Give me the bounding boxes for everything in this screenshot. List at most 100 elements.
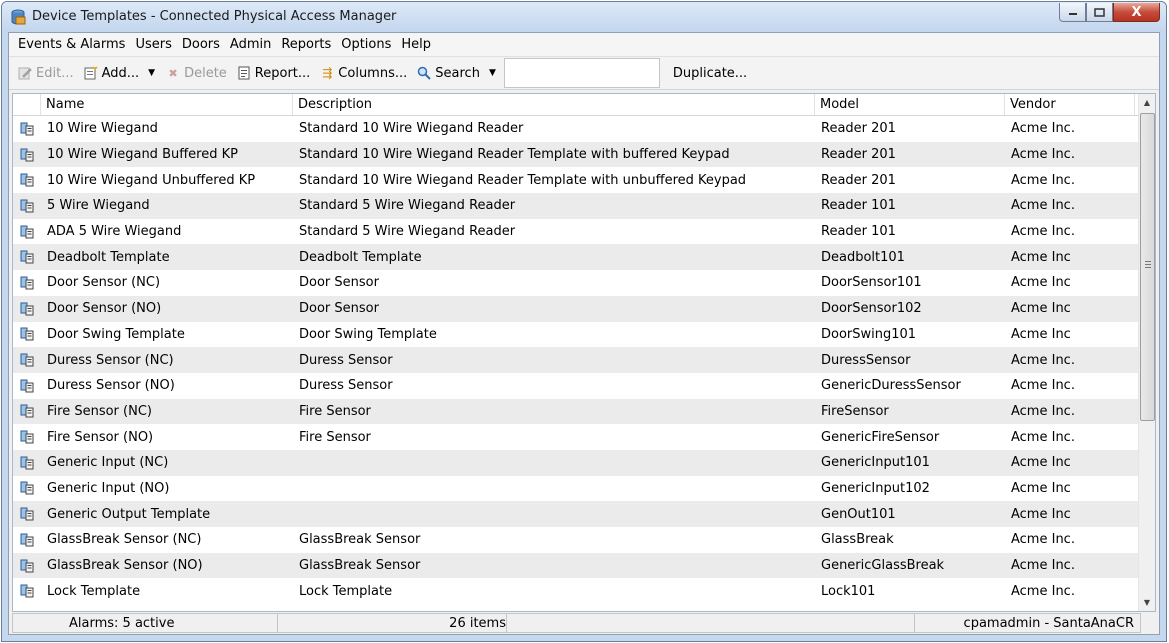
cell-description: Door Sensor bbox=[299, 301, 379, 317]
report-button[interactable]: Report... bbox=[232, 61, 316, 85]
menu-help[interactable]: Help bbox=[396, 37, 436, 52]
duplicate-label: Duplicate... bbox=[672, 65, 748, 81]
item-count: 26 items bbox=[278, 613, 506, 633]
search-dropdown-arrow-icon[interactable]: ▼ bbox=[485, 68, 502, 78]
title-bar[interactable]: Device Templates - Connected Physical Ac… bbox=[2, 2, 1166, 32]
row-icon-cell bbox=[13, 584, 41, 598]
menu-options[interactable]: Options bbox=[336, 37, 396, 52]
table-row[interactable]: Generic Output Template GenOut101 Acme Inc bbox=[13, 501, 1138, 527]
table-row[interactable]: Door Sensor (NO) Door Sensor DoorSensor102… bbox=[13, 295, 1138, 322]
row-icon-cell bbox=[13, 122, 41, 136]
cell-description: Standard 10 Wire Wiegand Reader Template… bbox=[299, 172, 747, 188]
menu-doors[interactable]: Doors bbox=[177, 37, 225, 52]
table-row[interactable]: 5 Wire Wiegand Standard 5 Wire Wiegand Re… bbox=[13, 193, 1138, 219]
menu-bar: Events & Alarms Users Doors Admin Report… bbox=[9, 33, 1159, 57]
toolbar: Edit... Add... ▼ ✖ Delete Report... ⇶ Co… bbox=[9, 57, 1159, 90]
device-template-icon bbox=[20, 302, 34, 316]
row-icon-cell bbox=[13, 199, 41, 213]
columns-button[interactable]: ⇶ Columns... bbox=[315, 61, 412, 85]
close-button[interactable]: X bbox=[1113, 3, 1160, 22]
row-icon-cell bbox=[13, 507, 41, 521]
vertical-scrollbar[interactable]: ▲ ▼ bbox=[1138, 94, 1155, 611]
cell-vendor: Acme Inc. bbox=[1011, 147, 1075, 163]
cell-name: Lock Template bbox=[47, 583, 141, 599]
scroll-down-arrow-icon[interactable]: ▼ bbox=[1139, 594, 1155, 611]
app-window: Device Templates - Connected Physical Ac… bbox=[1, 1, 1167, 642]
cell-name: 5 Wire Wiegand bbox=[47, 198, 150, 214]
table-row[interactable]: Door Sensor (NC) Door Sensor DoorSensor101… bbox=[13, 270, 1138, 296]
table-row[interactable]: Fire Sensor (NO) Fire Sensor GenericFireSe… bbox=[13, 424, 1138, 450]
minimize-button[interactable] bbox=[1059, 3, 1086, 22]
cell-model: Deadbolt101 bbox=[821, 249, 905, 265]
search-button[interactable]: Search bbox=[412, 61, 485, 85]
row-icon-cell bbox=[13, 276, 41, 290]
table-row[interactable]: GlassBreak Sensor (NO) GlassBreak Sensor G… bbox=[13, 552, 1138, 579]
table-row[interactable]: 10 Wire Wiegand Standard 10 Wire Wiegand … bbox=[13, 116, 1138, 142]
delete-button[interactable]: ✖ Delete bbox=[161, 61, 232, 85]
add-dropdown-arrow-icon[interactable]: ▼ bbox=[144, 68, 161, 78]
cell-model: Reader 201 bbox=[821, 121, 896, 137]
cell-model: GenericGlassBreak bbox=[821, 558, 945, 574]
maximize-button[interactable] bbox=[1086, 3, 1113, 22]
header-name[interactable]: Name bbox=[41, 94, 293, 115]
header-vendor[interactable]: Vendor bbox=[1005, 94, 1135, 115]
cell-vendor: Acme Inc. bbox=[1011, 403, 1075, 419]
table-row[interactable]: Generic Input (NC) GenericInput101 Acme In… bbox=[13, 449, 1138, 476]
cell-description: Door Swing Template bbox=[299, 326, 437, 342]
duplicate-button[interactable]: Duplicate... bbox=[668, 61, 752, 85]
table-row[interactable]: Door Swing Template Door Swing Template Do… bbox=[13, 322, 1138, 348]
cell-name: Door Sensor (NC) bbox=[47, 275, 161, 291]
close-icon: X bbox=[1131, 4, 1142, 20]
header-description[interactable]: Description bbox=[293, 94, 815, 115]
cell-vendor: Acme Inc bbox=[1011, 249, 1071, 265]
row-icon-cell bbox=[13, 456, 41, 470]
header-icon-column[interactable] bbox=[13, 94, 41, 115]
window-controls: X bbox=[1059, 3, 1160, 22]
cell-vendor: Acme Inc. bbox=[1011, 429, 1075, 445]
cell-vendor: Acme Inc. bbox=[1011, 352, 1075, 368]
table-row[interactable]: 10 Wire Wiegand Buffered KP Standard 10 W… bbox=[13, 141, 1138, 168]
cell-model: GenericInput101 bbox=[821, 455, 930, 471]
device-template-icon bbox=[20, 276, 34, 290]
table-row[interactable]: Duress Sensor (NO) Duress Sensor GenericDu… bbox=[13, 373, 1138, 399]
search-input[interactable] bbox=[503, 58, 660, 88]
table-body: 10 Wire Wiegand Standard 10 Wire Wiegand … bbox=[13, 116, 1138, 611]
header-model[interactable]: Model bbox=[815, 94, 1005, 115]
table-row[interactable]: ADA 5 Wire Wiegand Standard 5 Wire Wiegan… bbox=[13, 219, 1138, 245]
row-icon-cell bbox=[13, 481, 41, 495]
table-row[interactable]: Duress Sensor (NC) Duress Sensor DuressSen… bbox=[13, 347, 1138, 373]
cell-vendor: Acme Inc bbox=[1011, 455, 1071, 471]
scrollbar-thumb[interactable] bbox=[1140, 113, 1155, 421]
menu-reports[interactable]: Reports bbox=[276, 37, 336, 52]
device-template-icon bbox=[20, 250, 34, 264]
menu-events-alarms[interactable]: Events & Alarms bbox=[13, 37, 130, 52]
cell-model: Reader 101 bbox=[821, 224, 896, 240]
menu-admin[interactable]: Admin bbox=[225, 37, 276, 52]
scroll-up-arrow-icon[interactable]: ▲ bbox=[1139, 94, 1155, 111]
table-row[interactable]: Generic Input (NO) GenericInput102 Acme In… bbox=[13, 476, 1138, 502]
device-template-icon bbox=[20, 173, 34, 187]
cell-description: Lock Template bbox=[299, 583, 393, 599]
cell-vendor: Acme Inc. bbox=[1011, 558, 1075, 574]
table-row[interactable]: Fire Sensor (NC) Fire Sensor FireSensor Acm… bbox=[13, 398, 1138, 425]
cell-vendor: Acme Inc bbox=[1011, 480, 1071, 496]
add-button[interactable]: Add... bbox=[79, 61, 145, 85]
search-label: Search bbox=[435, 65, 480, 81]
database-icon bbox=[11, 9, 26, 25]
table-row[interactable]: GlassBreak Sensor (NC) GlassBreak Sensor G… bbox=[13, 527, 1138, 553]
table-row[interactable]: Deadbolt Template Deadbolt Template Deadbo… bbox=[13, 244, 1138, 271]
cell-description: GlassBreak Sensor bbox=[299, 532, 421, 548]
cell-description: Standard 10 Wire Wiegand Reader bbox=[299, 121, 524, 137]
alarms-status[interactable]: Alarms: 5 active bbox=[12, 613, 278, 633]
device-template-icon bbox=[20, 481, 34, 495]
menu-users[interactable]: Users bbox=[130, 37, 176, 52]
table-row[interactable]: Lock Template Lock Template Lock101 Acme In… bbox=[13, 578, 1138, 604]
cell-model: GlassBreak bbox=[821, 532, 894, 548]
cell-description: Standard 10 Wire Wiegand Reader Template… bbox=[299, 147, 730, 163]
table-row[interactable]: 10 Wire Wiegand Unbuffered KP Standard 10… bbox=[13, 167, 1138, 193]
row-icon-cell bbox=[13, 533, 41, 547]
cell-name: GlassBreak Sensor (NO) bbox=[47, 558, 203, 574]
add-label: Add... bbox=[101, 65, 140, 81]
cell-description: Standard 5 Wire Wiegand Reader bbox=[299, 198, 516, 214]
edit-button[interactable]: Edit... bbox=[13, 61, 79, 85]
